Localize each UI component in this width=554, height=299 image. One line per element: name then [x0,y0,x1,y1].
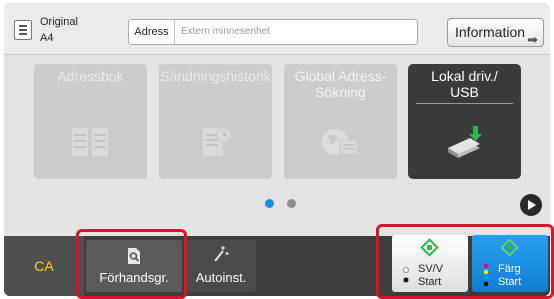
page-dot-active[interactable] [265,199,274,208]
tile-history[interactable]: Sändningshistorik [159,64,272,179]
tile-divider [416,103,513,104]
information-button[interactable]: Information ➡ [447,18,544,47]
address-field[interactable]: Adress Extern minnesenhet [128,19,418,45]
original-icon[interactable] [14,20,32,40]
information-label: Information [455,24,526,40]
tile-label: Adressbok [57,68,124,84]
arrow-right-icon: ➡ [527,32,538,47]
global-search-icon [320,124,362,160]
page-dot[interactable] [287,199,296,208]
next-page-button[interactable] [520,194,542,216]
address-placeholder: Extern minnesenhet [181,26,270,37]
tile-global-search[interactable]: Global Adress- Sökning [284,64,397,179]
history-icon [195,124,237,160]
tile-label: Sändningshistorik [160,68,271,84]
tile-local-drive-usb[interactable]: Lokal driv./ USB [408,64,521,179]
magic-wand-icon [214,246,229,262]
header-bar: Original A4 Adress Extern minnesenhet In… [4,3,550,55]
original-label: Original [40,16,78,28]
tile-address-book[interactable]: Adressbok [34,64,147,179]
ca-button[interactable]: CA [4,236,84,296]
tile-label: Lokal driv./ USB [431,68,498,100]
autoset-label: Autoinst. [195,270,247,285]
original-size: A4 [40,32,54,44]
address-label: Adress [129,20,175,44]
highlight-start-buttons [376,224,554,299]
autoset-button[interactable]: Autoinst. [186,240,256,292]
tile-label: Global Adress- Sökning [294,68,387,100]
highlight-preview [76,229,187,299]
address-book-icon [70,124,112,160]
usb-drive-icon [444,124,486,160]
